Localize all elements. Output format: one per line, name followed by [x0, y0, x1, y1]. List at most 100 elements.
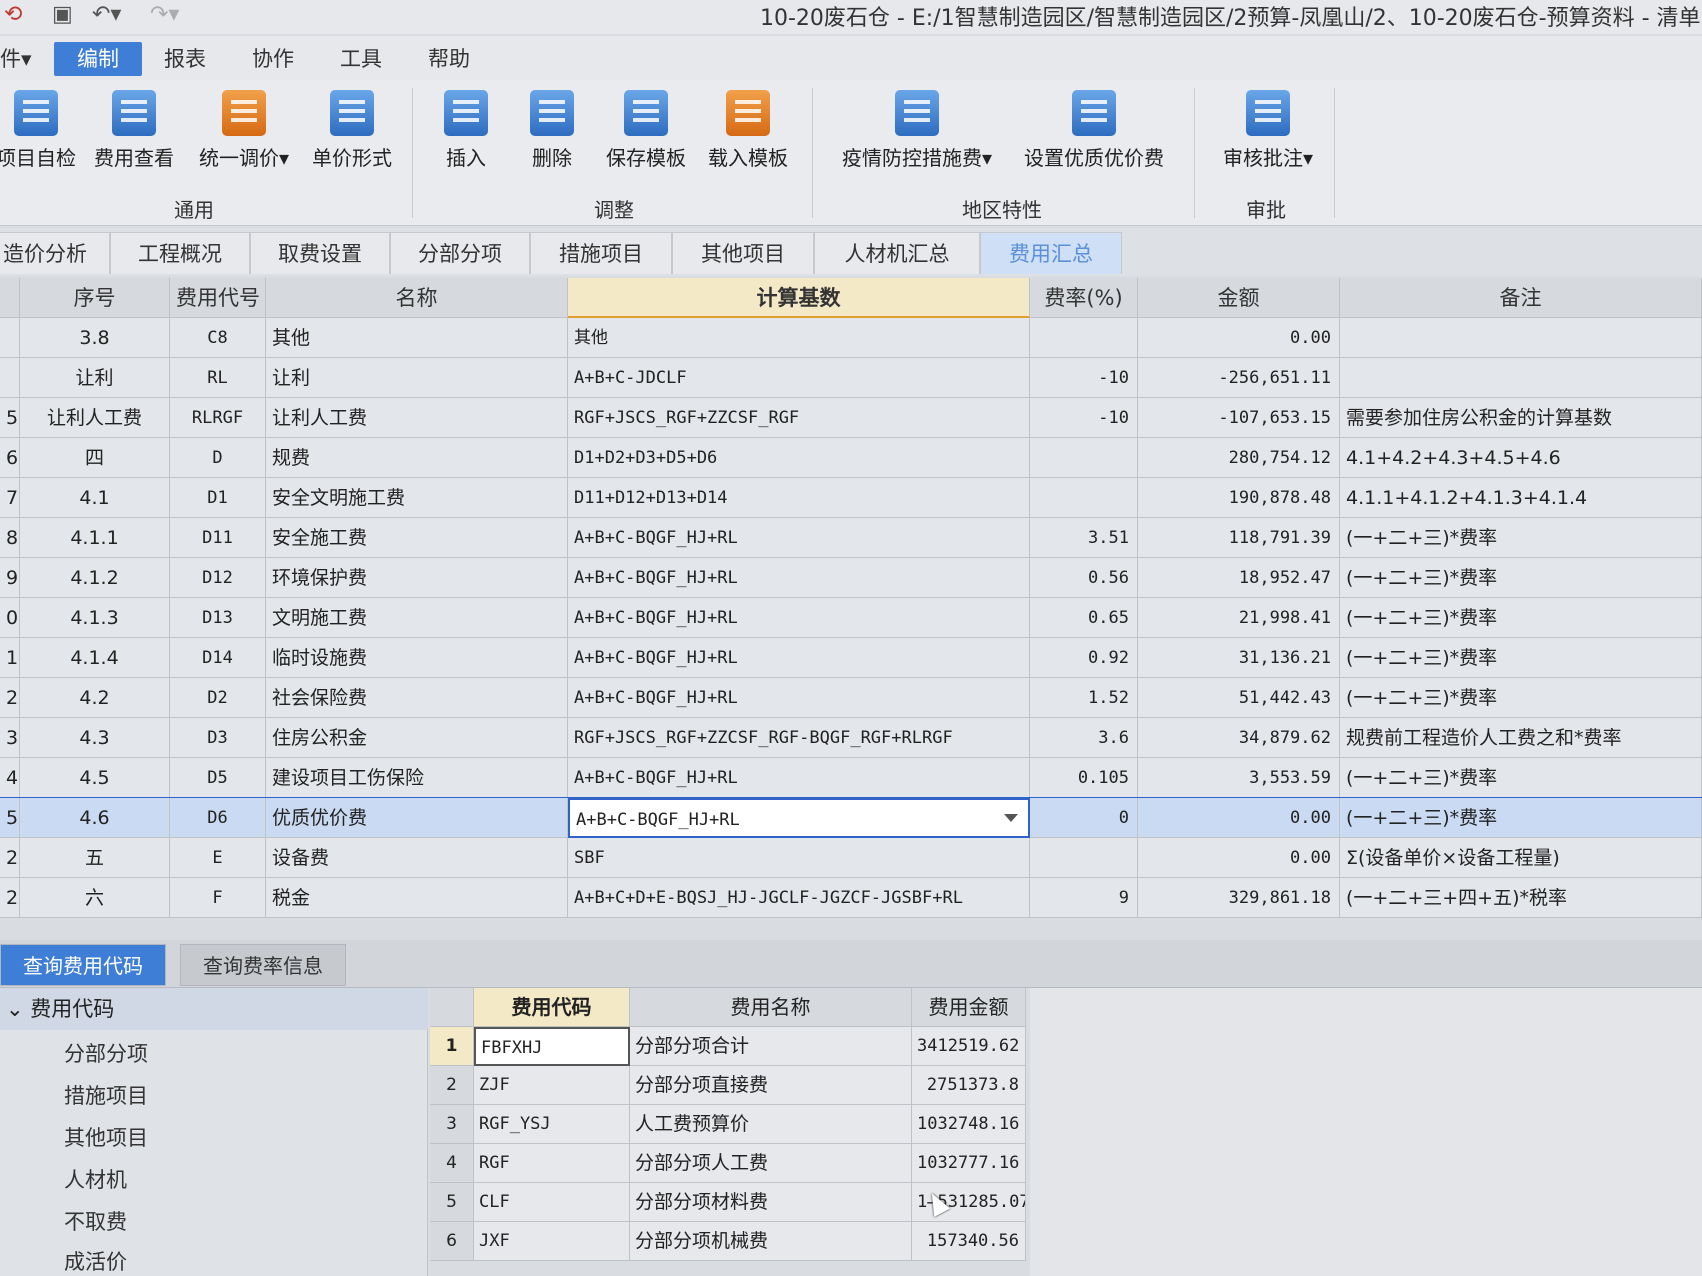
sub-cell-name[interactable]: 分部分项材料费	[630, 1183, 912, 1222]
unit-price-form-button[interactable]: 单价形式	[306, 90, 398, 171]
sub-cell-code[interactable]: RGF_YSJ	[474, 1105, 630, 1144]
sub-col-header-code[interactable]: 费用代码	[474, 988, 630, 1027]
cell-note[interactable]: 需要参加住房公积金的计算基数	[1340, 398, 1702, 438]
cell-rate[interactable]	[1030, 318, 1138, 358]
cell-code[interactable]: RLRGF	[170, 398, 266, 438]
cell-rate[interactable]: 0.105	[1030, 758, 1138, 798]
sub-cell-amount[interactable]: 1032748.16	[912, 1105, 1026, 1144]
sub-cell-code[interactable]: CLF	[474, 1183, 630, 1222]
insert-button[interactable]: 插入	[436, 90, 496, 171]
menu-edit[interactable]: 编制	[54, 42, 142, 76]
cell-name[interactable]: 社会保险费	[266, 678, 568, 718]
cell-note[interactable]: (一+二+三)*费率	[1340, 758, 1702, 798]
cell-seq[interactable]: 四	[20, 438, 170, 478]
table-row[interactable]: 26五E设备费SBF 0.00Σ(设备单价×设备工程量)	[0, 838, 1702, 878]
tab-labor-material-machine[interactable]: 人材机汇总	[814, 232, 980, 274]
tree-item-no-fee[interactable]: 不取费	[64, 1206, 127, 1236]
cell-name[interactable]: 让利	[266, 358, 568, 398]
col-header-seq[interactable]: 序号	[20, 278, 170, 318]
cell-rate[interactable]: 0.65	[1030, 598, 1138, 638]
cell-seq[interactable]: 4.1.1	[20, 518, 170, 558]
sub-table-row[interactable]: 4 RGF 分部分项人工费 1032777.16	[430, 1144, 1026, 1183]
col-header-name[interactable]: 名称	[266, 278, 568, 318]
cell-seq[interactable]: 4.2	[20, 678, 170, 718]
cell-calc-base[interactable]: A+B+C-BQGF_HJ+RL	[568, 598, 1030, 638]
cell-note[interactable]: (一+二+三+四+五)*税率	[1340, 878, 1702, 918]
tree-item-measures[interactable]: 措施项目	[64, 1080, 148, 1110]
save-icon[interactable]: ▣	[52, 2, 73, 27]
table-row[interactable]: 4 4.5 D5 建设项目工伤保险 A+B+C-BQGF_HJ+RL 0.105 3,553…	[0, 758, 1702, 798]
cell-code[interactable]: D3	[170, 718, 266, 758]
cell-calc-base[interactable]: D11+D12+D13+D14	[568, 478, 1030, 518]
chevron-down-icon[interactable]: ⌄	[6, 997, 30, 1021]
cell-name[interactable]: 文明施工费	[266, 598, 568, 638]
menu-collaborate[interactable]: 协作	[240, 42, 306, 76]
redo-icon[interactable]: ↷▾	[150, 2, 179, 27]
project-self-check-button[interactable]: 项目自检	[0, 90, 76, 171]
table-row[interactable]: 0 4.1.3 D13 文明施工费 A+B+C-BQGF_HJ+RL 0.65 21,998…	[0, 598, 1702, 638]
col-header-amount[interactable]: 金额	[1138, 278, 1340, 318]
sub-table-row[interactable]: 3 RGF_YSJ 人工费预算价 1032748.16	[430, 1105, 1026, 1144]
cell-amount[interactable]: 280,754.12	[1138, 438, 1340, 478]
cell-calc-base[interactable]: A+B+C-BQGF_HJ+RL	[568, 798, 1030, 838]
cell-seq[interactable]: 3.8	[20, 318, 170, 358]
cell-seq[interactable]: 五	[20, 838, 170, 878]
set-quality-fee-button[interactable]: 设置优质优价费	[1018, 90, 1170, 171]
cell-note[interactable]: 4.1.1+4.1.2+4.1.3+4.1.4	[1340, 478, 1702, 518]
cell-calc-base[interactable]: RGF+JSCS_RGF+ZZCSF_RGF-BQGF_RGF+RLRGF	[568, 718, 1030, 758]
cell-rate[interactable]: 0.92	[1030, 638, 1138, 678]
sub-cell-name[interactable]: 分部分项合计	[630, 1027, 912, 1066]
load-template-button[interactable]: 载入模板	[702, 90, 794, 171]
cell-code[interactable]: D12	[170, 558, 266, 598]
sub-cell-amount[interactable]: 157340.56	[912, 1222, 1026, 1261]
cell-code[interactable]: D14	[170, 638, 266, 678]
sub-cell-name[interactable]: 分部分项机械费	[630, 1222, 912, 1261]
cell-calc-base[interactable]: 其他	[568, 318, 1030, 358]
cell-note[interactable]: 4.1+4.2+4.3+4.5+4.6	[1340, 438, 1702, 478]
cell-calc-base[interactable]: A+B+C+D+E-BQSJ_HJ-JGCLF-JGZCF-JGSBF+RL	[568, 878, 1030, 918]
cell-amount[interactable]: 0.00	[1138, 798, 1340, 838]
cell-note[interactable]	[1340, 318, 1702, 358]
cell-amount[interactable]: 51,442.43	[1138, 678, 1340, 718]
fee-view-button[interactable]: 费用查看	[88, 90, 180, 171]
cell-rate[interactable]: 1.52	[1030, 678, 1138, 718]
unified-adjust-price-button[interactable]: 统一调价▾	[192, 90, 296, 171]
table-row[interactable]: 2 4.2 D2 社会保险费 A+B+C-BQGF_HJ+RL 1.52 51,442.43…	[0, 678, 1702, 718]
cell-name[interactable]: 优质优价费	[266, 798, 568, 838]
cell-seq[interactable]: 4.1	[20, 478, 170, 518]
sub-cell-code[interactable]: RGF	[474, 1144, 630, 1183]
cell-name[interactable]: 临时设施费	[266, 638, 568, 678]
table-row[interactable]: 5 让利人工费 RLRGF 让利人工费 RGF+JSCS_RGF+ZZCSF_RGF -1…	[0, 398, 1702, 438]
cell-code[interactable]: C8	[170, 318, 266, 358]
cell-name[interactable]: 安全施工费	[266, 518, 568, 558]
cell-name[interactable]: 规费	[266, 438, 568, 478]
tab-sub-items[interactable]: 分部分项	[390, 232, 530, 274]
table-row[interactable]: 9 4.1.2 D12 环境保护费 A+B+C-BQGF_HJ+RL 0.56 18,952…	[0, 558, 1702, 598]
cell-amount[interactable]: -107,653.15	[1138, 398, 1340, 438]
cell-rate[interactable]: -10	[1030, 398, 1138, 438]
cell-rate[interactable]: 9	[1030, 878, 1138, 918]
cell-amount[interactable]: 31,136.21	[1138, 638, 1340, 678]
sub-table-row[interactable]: 6 JXF 分部分项机械费 157340.56	[430, 1222, 1026, 1261]
cell-amount[interactable]: 18,952.47	[1138, 558, 1340, 598]
cell-calc-base[interactable]: A+B+C-BQGF_HJ+RL	[568, 758, 1030, 798]
sub-cell-code[interactable]: JXF	[474, 1222, 630, 1261]
cell-calc-base[interactable]: A+B+C-BQGF_HJ+RL	[568, 678, 1030, 718]
cell-note[interactable]: 规费前工程造价人工费之和*费率	[1340, 718, 1702, 758]
dropdown-arrow-icon[interactable]	[1004, 814, 1018, 822]
tree-item-labor-material[interactable]: 人材机	[64, 1164, 127, 1194]
col-header-calc-base[interactable]: 计算基数	[568, 278, 1030, 318]
cell-rate[interactable]	[1030, 478, 1138, 518]
cell-seq[interactable]: 4.6	[20, 798, 170, 838]
cell-amount[interactable]: 329,861.18	[1138, 878, 1340, 918]
menu-report[interactable]: 报表	[152, 42, 218, 76]
cell-code[interactable]: D5	[170, 758, 266, 798]
epidemic-prevention-fee-button[interactable]: 疫情防控措施费▾	[834, 90, 1000, 171]
sub-table-row[interactable]: 1 FBFXHJ 分部分项合计 3412519.62	[430, 1027, 1026, 1066]
cell-code[interactable]: E	[170, 838, 266, 878]
cell-note[interactable]: (一+二+三)*费率	[1340, 598, 1702, 638]
sub-cell-name[interactable]: 分部分项人工费	[630, 1144, 912, 1183]
cell-name[interactable]: 让利人工费	[266, 398, 568, 438]
tab-fee-settings[interactable]: 取费设置	[250, 232, 390, 274]
cell-name[interactable]: 建设项目工伤保险	[266, 758, 568, 798]
